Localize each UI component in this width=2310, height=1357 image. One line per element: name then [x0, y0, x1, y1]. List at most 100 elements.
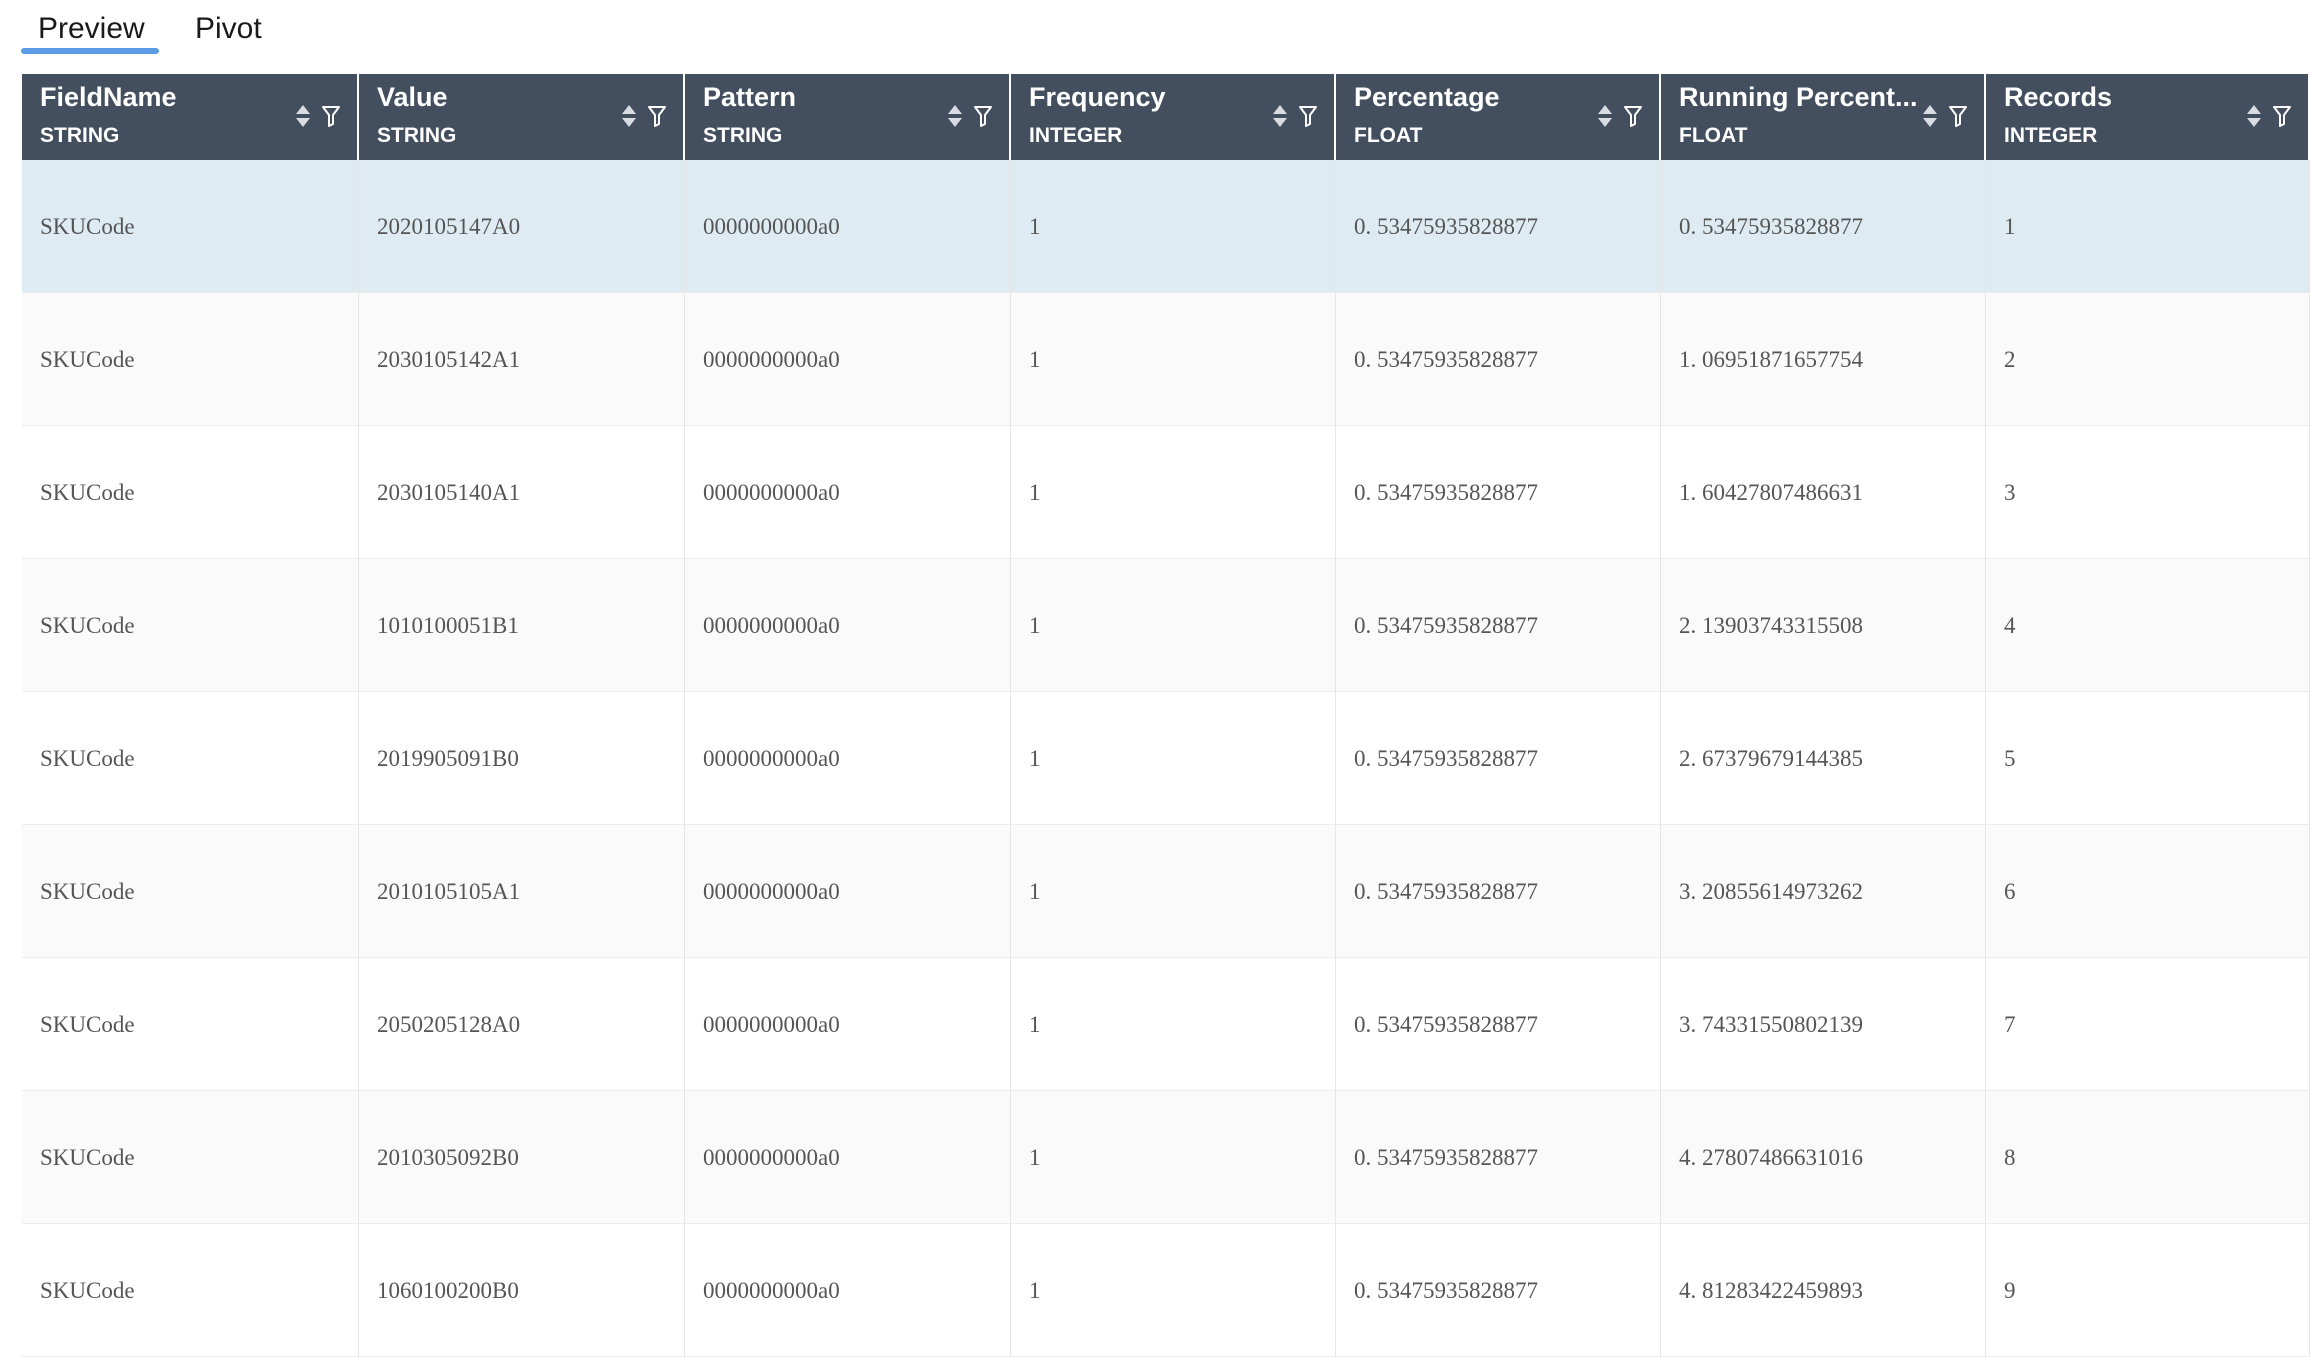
sort-icon[interactable] — [1922, 104, 1938, 128]
cell-percentage[interactable]: 0. 53475935828877 — [1336, 426, 1661, 559]
table-row[interactable]: SKUCode 1010100051B1 0000000000a0 1 0. 53475… — [22, 559, 2310, 692]
filter-icon[interactable] — [1298, 105, 1318, 127]
column-header-running-percent[interactable]: Running Percent... FLOAT — [1661, 74, 1986, 160]
filter-icon[interactable] — [2272, 105, 2292, 127]
cell-records[interactable]: 3 — [1986, 426, 2310, 559]
cell-frequency[interactable]: 1 — [1011, 825, 1336, 958]
cell-value[interactable]: 2030105140A1 — [359, 426, 685, 559]
cell-running-percent[interactable]: 2. 13903743315508 — [1661, 559, 1986, 692]
filter-icon[interactable] — [647, 105, 667, 127]
cell-percentage[interactable]: 0. 53475935828877 — [1336, 160, 1661, 293]
column-header-percentage[interactable]: Percentage FLOAT — [1336, 74, 1661, 160]
cell-running-percent[interactable]: 1. 60427807486631 — [1661, 426, 1986, 559]
cell-pattern[interactable]: 0000000000a0 — [685, 559, 1011, 692]
cell-pattern[interactable]: 0000000000a0 — [685, 825, 1011, 958]
cell-fieldname[interactable]: SKUCode — [22, 1224, 359, 1357]
table-row[interactable]: SKUCode 2010305092B0 0000000000a0 1 0. 53475… — [22, 1091, 2310, 1224]
cell-frequency[interactable]: 1 — [1011, 1224, 1336, 1357]
cell-pattern[interactable]: 0000000000a0 — [685, 426, 1011, 559]
cell-value[interactable]: 2050205128A0 — [359, 958, 685, 1091]
table-row[interactable]: SKUCode 1060100200B0 0000000000a0 1 0. 53475… — [22, 1224, 2310, 1357]
cell-pattern[interactable]: 0000000000a0 — [685, 692, 1011, 825]
cell-running-percent[interactable]: 1. 06951871657754 — [1661, 293, 1986, 426]
table-row[interactable]: SKUCode 2030105142A1 0000000000a0 1 0. 53475… — [22, 293, 2310, 426]
column-header-pattern[interactable]: Pattern STRING — [685, 74, 1011, 160]
cell-records[interactable]: 4 — [1986, 559, 2310, 692]
filter-icon[interactable] — [1623, 105, 1643, 127]
cell-records[interactable]: 2 — [1986, 293, 2310, 426]
cell-value[interactable]: 1060100200B0 — [359, 1224, 685, 1357]
column-header-fieldname[interactable]: FieldName STRING — [22, 74, 359, 160]
column-name: Percentage — [1354, 82, 1500, 112]
cell-records[interactable]: 9 — [1986, 1224, 2310, 1357]
cell-records[interactable]: 8 — [1986, 1091, 2310, 1224]
cell-frequency[interactable]: 1 — [1011, 293, 1336, 426]
cell-running-percent[interactable]: 3. 20855614973262 — [1661, 825, 1986, 958]
column-header-frequency[interactable]: Frequency INTEGER — [1011, 74, 1336, 160]
cell-percentage[interactable]: 0. 53475935828877 — [1336, 825, 1661, 958]
cell-fieldname[interactable]: SKUCode — [22, 559, 359, 692]
sort-icon[interactable] — [621, 104, 637, 128]
cell-pattern[interactable]: 0000000000a0 — [685, 1091, 1011, 1224]
cell-records[interactable]: 6 — [1986, 825, 2310, 958]
cell-running-percent[interactable]: 3. 74331550802139 — [1661, 958, 1986, 1091]
cell-percentage[interactable]: 0. 53475935828877 — [1336, 1091, 1661, 1224]
filter-icon[interactable] — [321, 105, 341, 127]
cell-frequency[interactable]: 1 — [1011, 1091, 1336, 1224]
column-header-records[interactable]: Records INTEGER — [1986, 74, 2310, 160]
cell-fieldname[interactable]: SKUCode — [22, 293, 359, 426]
cell-pattern[interactable]: 0000000000a0 — [685, 160, 1011, 293]
column-header-value[interactable]: Value STRING — [359, 74, 685, 160]
cell-value[interactable]: 2019905091B0 — [359, 692, 685, 825]
sort-icon[interactable] — [295, 104, 311, 128]
table-row[interactable]: SKUCode 2019905091B0 0000000000a0 1 0. 53475… — [22, 692, 2310, 825]
column-type: STRING — [377, 124, 457, 147]
column-name: Frequency — [1029, 82, 1166, 112]
cell-percentage[interactable]: 0. 53475935828877 — [1336, 958, 1661, 1091]
table-row[interactable]: SKUCode 2020105147A0 0000000000a0 1 0. 53475… — [22, 160, 2310, 293]
cell-pattern[interactable]: 0000000000a0 — [685, 293, 1011, 426]
cell-records[interactable]: 5 — [1986, 692, 2310, 825]
cell-percentage[interactable]: 0. 53475935828877 — [1336, 1224, 1661, 1357]
cell-frequency[interactable]: 1 — [1011, 958, 1336, 1091]
sort-icon[interactable] — [1597, 104, 1613, 128]
column-type: INTEGER — [2004, 124, 2098, 147]
cell-records[interactable]: 7 — [1986, 958, 2310, 1091]
cell-value[interactable]: 2030105142A1 — [359, 293, 685, 426]
sort-icon[interactable] — [1272, 104, 1288, 128]
cell-value[interactable]: 2020105147A0 — [359, 160, 685, 293]
cell-frequency[interactable]: 1 — [1011, 692, 1336, 825]
cell-running-percent[interactable]: 4. 27807486631016 — [1661, 1091, 1986, 1224]
tab-preview[interactable]: Preview — [38, 10, 145, 48]
cell-records[interactable]: 1 — [1986, 160, 2310, 293]
cell-value[interactable]: 2010305092B0 — [359, 1091, 685, 1224]
filter-icon[interactable] — [973, 105, 993, 127]
filter-icon[interactable] — [1948, 105, 1968, 127]
table-row[interactable]: SKUCode 2030105140A1 0000000000a0 1 0. 53475… — [22, 426, 2310, 559]
cell-fieldname[interactable]: SKUCode — [22, 692, 359, 825]
cell-fieldname[interactable]: SKUCode — [22, 426, 359, 559]
cell-fieldname[interactable]: SKUCode — [22, 160, 359, 293]
cell-percentage[interactable]: 0. 53475935828877 — [1336, 559, 1661, 692]
cell-pattern[interactable]: 0000000000a0 — [685, 958, 1011, 1091]
tab-bar: Preview Pivot — [0, 0, 2310, 60]
cell-frequency[interactable]: 1 — [1011, 559, 1336, 692]
cell-running-percent[interactable]: 4. 81283422459893 — [1661, 1224, 1986, 1357]
cell-fieldname[interactable]: SKUCode — [22, 1091, 359, 1224]
cell-value[interactable]: 2010105105A1 — [359, 825, 685, 958]
cell-running-percent[interactable]: 0. 53475935828877 — [1661, 160, 1986, 293]
cell-percentage[interactable]: 0. 53475935828877 — [1336, 692, 1661, 825]
cell-value[interactable]: 1010100051B1 — [359, 559, 685, 692]
table-row[interactable]: SKUCode 2010105105A1 0000000000a0 1 0. 53475… — [22, 825, 2310, 958]
cell-fieldname[interactable]: SKUCode — [22, 958, 359, 1091]
cell-pattern[interactable]: 0000000000a0 — [685, 1224, 1011, 1357]
cell-percentage[interactable]: 0. 53475935828877 — [1336, 293, 1661, 426]
cell-frequency[interactable]: 1 — [1011, 160, 1336, 293]
sort-icon[interactable] — [947, 104, 963, 128]
cell-fieldname[interactable]: SKUCode — [22, 825, 359, 958]
sort-icon[interactable] — [2246, 104, 2262, 128]
tab-pivot[interactable]: Pivot — [195, 10, 262, 48]
cell-frequency[interactable]: 1 — [1011, 426, 1336, 559]
cell-running-percent[interactable]: 2. 67379679144385 — [1661, 692, 1986, 825]
table-row[interactable]: SKUCode 2050205128A0 0000000000a0 1 0. 53475… — [22, 958, 2310, 1091]
